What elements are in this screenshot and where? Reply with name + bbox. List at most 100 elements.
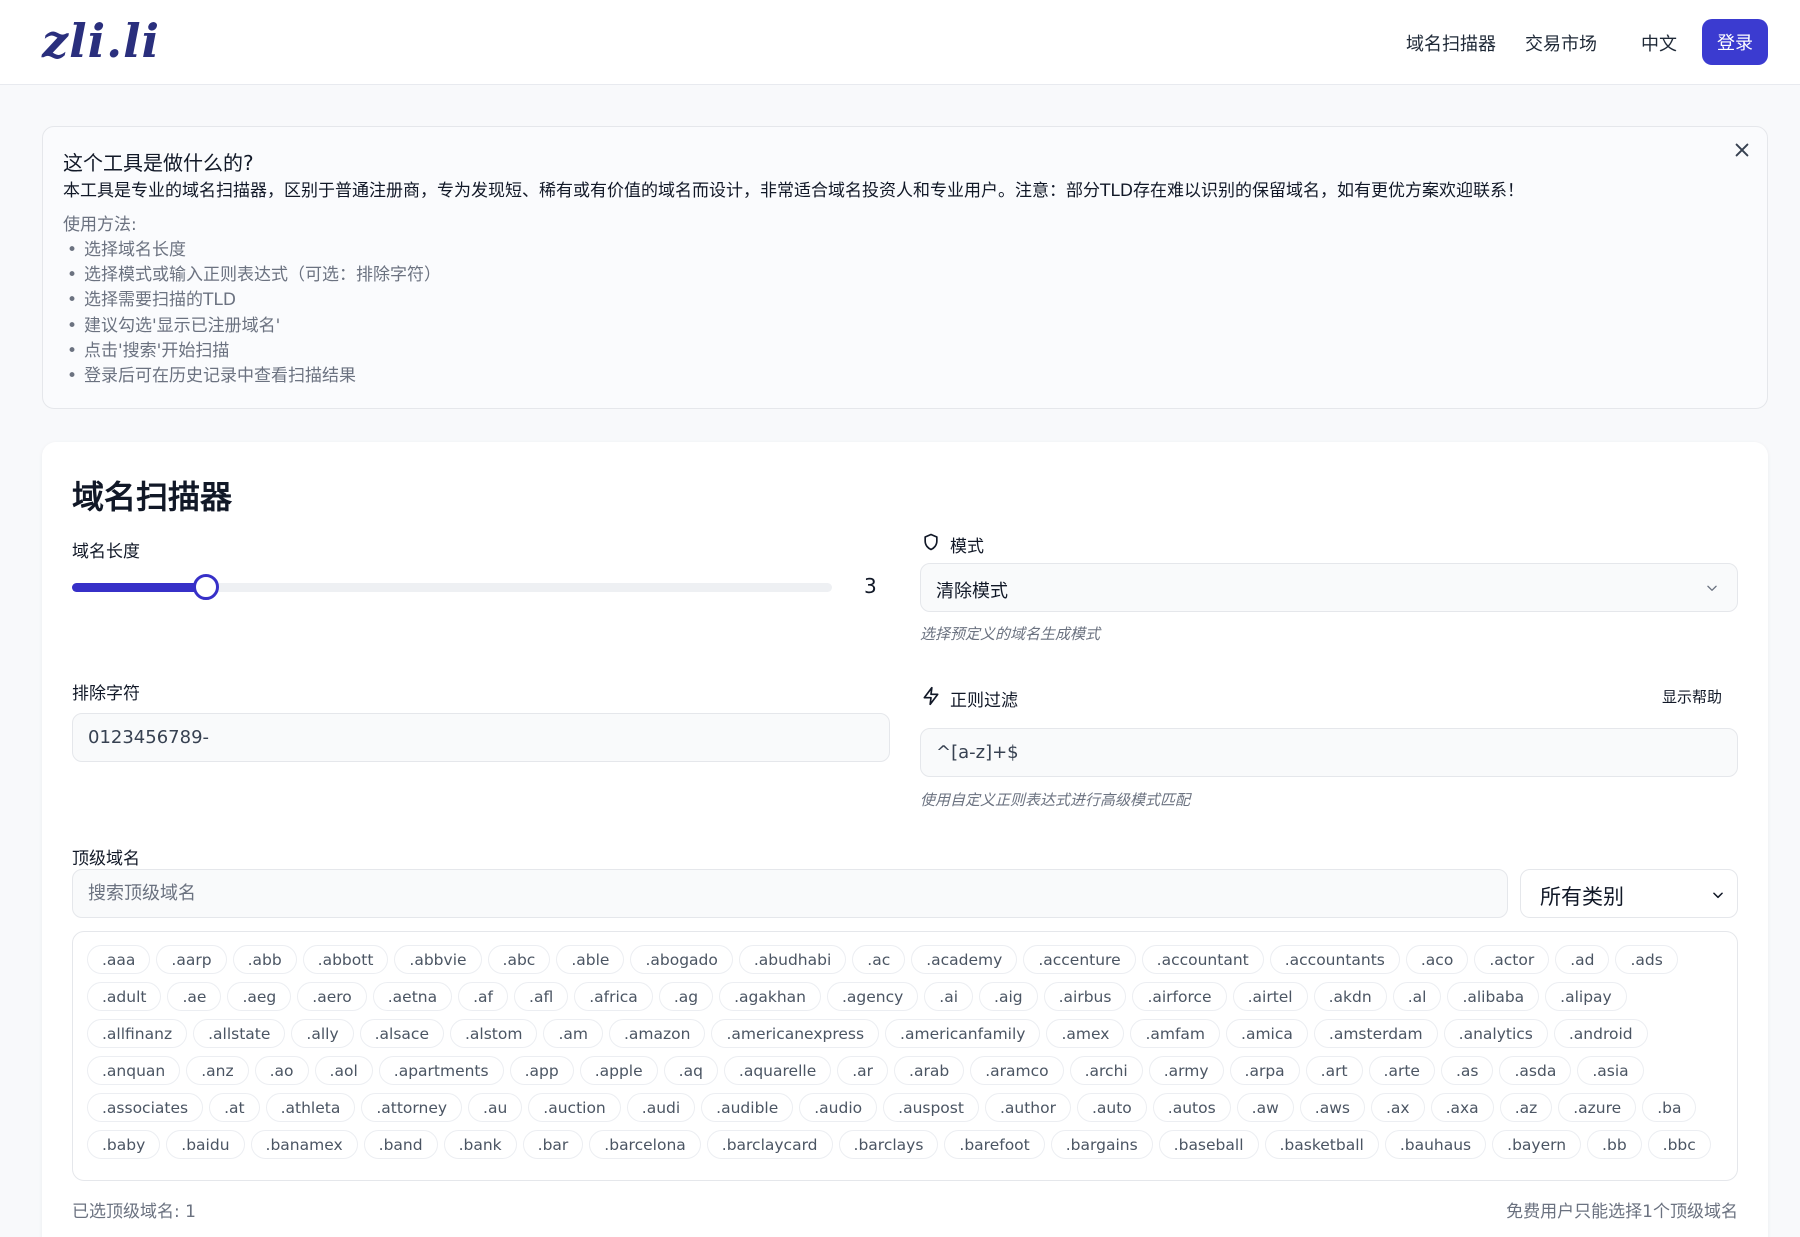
- tld-chip[interactable]: .amica: [1226, 1019, 1308, 1048]
- tld-chip[interactable]: .baseball: [1158, 1130, 1259, 1159]
- tld-chip[interactable]: .aol: [314, 1056, 373, 1085]
- tld-chip[interactable]: .agakhan: [719, 982, 821, 1011]
- tld-chip[interactable]: .autos: [1152, 1093, 1231, 1122]
- tld-chip[interactable]: .basketball: [1264, 1130, 1379, 1159]
- tld-chip[interactable]: .baby: [87, 1130, 161, 1159]
- tld-chip[interactable]: .bayern: [1492, 1130, 1582, 1159]
- tld-chip[interactable]: .axa: [1430, 1093, 1494, 1122]
- tld-chip[interactable]: .alipay: [1545, 982, 1627, 1011]
- tld-chip[interactable]: .bargains: [1050, 1130, 1153, 1159]
- show-help-button[interactable]: 显示帮助: [1662, 686, 1722, 707]
- tld-chip[interactable]: .android: [1553, 1019, 1648, 1048]
- exclude-chars-input[interactable]: [72, 713, 890, 762]
- tld-chip[interactable]: .barcelona: [589, 1130, 701, 1159]
- tld-chip[interactable]: .aq: [663, 1056, 718, 1085]
- tld-chip[interactable]: .abbott: [302, 945, 389, 974]
- tld-chip[interactable]: .abbvie: [394, 945, 482, 974]
- tld-chip[interactable]: .airforce: [1132, 982, 1227, 1011]
- tld-chip[interactable]: .africa: [574, 982, 653, 1011]
- language-switcher[interactable]: 中文: [1641, 30, 1677, 56]
- tld-chip[interactable]: .aeg: [227, 982, 292, 1011]
- tld-chip[interactable]: .arte: [1368, 1056, 1435, 1085]
- nav-domain-scanner[interactable]: 域名扫描器: [1406, 30, 1496, 56]
- tld-chip[interactable]: .attorney: [361, 1093, 463, 1122]
- tld-chip[interactable]: .audi: [626, 1093, 696, 1122]
- tld-chip[interactable]: .auspost: [883, 1093, 979, 1122]
- tld-chip[interactable]: .amfam: [1130, 1019, 1221, 1048]
- tld-chip[interactable]: .au: [468, 1093, 523, 1122]
- tld-chip[interactable]: .akdn: [1313, 982, 1387, 1011]
- length-slider-thumb[interactable]: [192, 574, 219, 600]
- tld-chip[interactable]: .accountants: [1269, 945, 1400, 974]
- tld-chip[interactable]: .amazon: [609, 1019, 706, 1048]
- close-icon[interactable]: [1729, 137, 1755, 163]
- nav-marketplace[interactable]: 交易市场: [1525, 30, 1597, 56]
- tld-chip[interactable]: .asia: [1577, 1056, 1644, 1085]
- tld-chip[interactable]: .academy: [911, 945, 1018, 974]
- tld-chip[interactable]: .barclays: [838, 1130, 939, 1159]
- tld-chip[interactable]: .apple: [579, 1056, 658, 1085]
- tld-chip[interactable]: .aquarelle: [723, 1056, 832, 1085]
- tld-chip[interactable]: .analytics: [1443, 1019, 1548, 1048]
- tld-search-input[interactable]: [72, 869, 1508, 918]
- mode-select[interactable]: 清除模式: [920, 563, 1738, 612]
- tld-chip[interactable]: .alstom: [450, 1019, 538, 1048]
- tld-chip[interactable]: .bar: [522, 1130, 584, 1159]
- tld-chip[interactable]: .athleta: [265, 1093, 356, 1122]
- tld-chip[interactable]: .aig: [979, 982, 1038, 1011]
- tld-chip[interactable]: .afl: [514, 982, 569, 1011]
- tld-chip[interactable]: .ai: [924, 982, 974, 1011]
- tld-chip[interactable]: .art: [1305, 1056, 1363, 1085]
- tld-chip[interactable]: .audible: [701, 1093, 794, 1122]
- tld-chip[interactable]: .anquan: [87, 1056, 181, 1085]
- tld-chip[interactable]: .author: [984, 1093, 1071, 1122]
- tld-chip[interactable]: .amsterdam: [1313, 1019, 1438, 1048]
- logo[interactable]: zli.li: [42, 14, 160, 68]
- tld-chip[interactable]: .able: [556, 945, 625, 974]
- tld-chip[interactable]: .ad: [1555, 945, 1610, 974]
- tld-chip[interactable]: .audio: [799, 1093, 878, 1122]
- tld-chip[interactable]: .adult: [87, 982, 162, 1011]
- tld-chip[interactable]: .americanexpress: [711, 1019, 880, 1048]
- tld-chip[interactable]: .aw: [1236, 1093, 1294, 1122]
- tld-chip[interactable]: .ag: [658, 982, 714, 1011]
- tld-chip[interactable]: .app: [509, 1056, 574, 1085]
- tld-chip[interactable]: .abogado: [630, 945, 733, 974]
- tld-chip[interactable]: .bbc: [1647, 1130, 1711, 1159]
- tld-chip[interactable]: .americanfamily: [885, 1019, 1041, 1048]
- tld-chip[interactable]: .azure: [1558, 1093, 1637, 1122]
- tld-chip[interactable]: .aarp: [156, 945, 227, 974]
- tld-chip[interactable]: .ba: [1642, 1093, 1697, 1122]
- tld-chip[interactable]: .allfinanz: [87, 1019, 188, 1048]
- tld-chip[interactable]: .ac: [852, 945, 906, 974]
- tld-chip[interactable]: .aws: [1299, 1093, 1365, 1122]
- tld-chip[interactable]: .aramco: [970, 1056, 1064, 1085]
- tld-chip[interactable]: .anz: [186, 1056, 249, 1085]
- regex-input[interactable]: [920, 728, 1738, 777]
- tld-chip[interactable]: .bank: [443, 1130, 517, 1159]
- tld-chip[interactable]: .agency: [826, 982, 919, 1011]
- tld-chip[interactable]: .abc: [487, 945, 551, 974]
- tld-chip[interactable]: .asda: [1499, 1056, 1572, 1085]
- tld-chip[interactable]: .ally: [291, 1019, 354, 1048]
- tld-chip[interactable]: .bb: [1587, 1130, 1642, 1159]
- tld-chip[interactable]: .baidu: [166, 1130, 245, 1159]
- tld-chip[interactable]: .aco: [1405, 945, 1469, 974]
- tld-chip[interactable]: .accountant: [1141, 945, 1264, 974]
- tld-chip[interactable]: .barefoot: [944, 1130, 1045, 1159]
- tld-chip[interactable]: .bauhaus: [1384, 1130, 1487, 1159]
- tld-chip[interactable]: .banamex: [250, 1130, 358, 1159]
- category-select[interactable]: 所有类别: [1520, 869, 1738, 918]
- tld-chip[interactable]: .aetna: [372, 982, 453, 1011]
- tld-chip[interactable]: .arab: [894, 1056, 965, 1085]
- tld-chip[interactable]: .airtel: [1232, 982, 1308, 1011]
- tld-chip[interactable]: .archi: [1069, 1056, 1143, 1085]
- tld-chip[interactable]: .ax: [1370, 1093, 1425, 1122]
- tld-chip[interactable]: .as: [1440, 1056, 1494, 1085]
- tld-chip[interactable]: .abb: [232, 945, 297, 974]
- tld-chip[interactable]: .at: [209, 1093, 260, 1122]
- tld-chip[interactable]: .ae: [167, 982, 222, 1011]
- tld-chip[interactable]: .accenture: [1023, 945, 1136, 974]
- tld-chip[interactable]: .am: [543, 1019, 603, 1048]
- tld-chip[interactable]: .af: [458, 982, 509, 1011]
